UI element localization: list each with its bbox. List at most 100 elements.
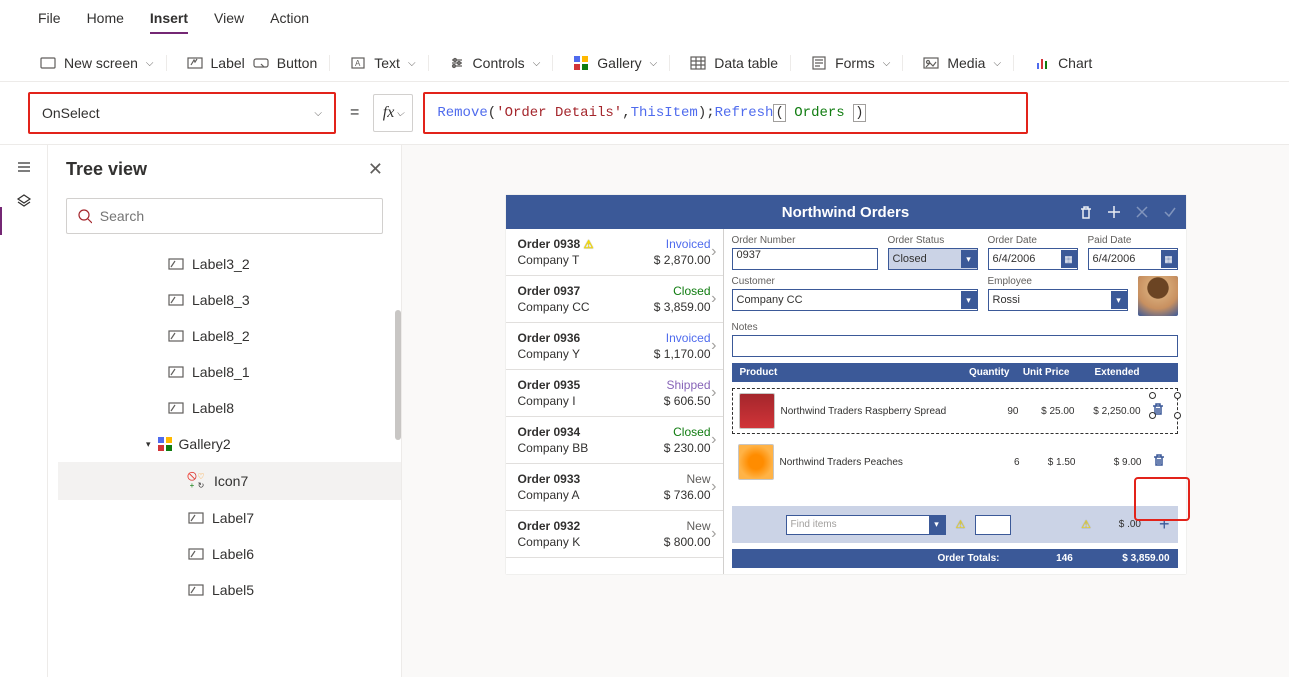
label-icon xyxy=(168,328,184,344)
app-titlebar: Northwind Orders xyxy=(506,195,1186,229)
tree-search-box[interactable] xyxy=(66,198,383,234)
customer-select[interactable]: Company CC▾ xyxy=(732,289,978,311)
tree-item-label[interactable]: Label8 xyxy=(58,390,401,426)
tree-item-label[interactable]: Label3_2 xyxy=(58,246,401,282)
order-row[interactable]: Order 0934Closed Company BB$ 230.00 › xyxy=(506,417,723,464)
active-marker xyxy=(0,207,2,235)
quantity-input[interactable] xyxy=(975,515,1011,535)
app-preview: Northwind Orders Order 0938 ⚠Invoiced Co… xyxy=(506,195,1186,574)
button-button[interactable]: Button xyxy=(253,55,317,71)
order-row[interactable]: Order 0933New Company A$ 736.00 › xyxy=(506,464,723,511)
formula-token: Remove xyxy=(437,105,487,121)
property-value: OnSelect xyxy=(42,105,100,121)
controls-button[interactable]: Controls ⌵ xyxy=(449,55,541,71)
label-button[interactable]: Label xyxy=(187,55,245,71)
chart-button[interactable]: Chart xyxy=(1034,55,1092,71)
warning-icon: ⚠ xyxy=(584,239,594,251)
paid-date-field[interactable]: 6/4/2006▦ xyxy=(1088,248,1178,270)
order-row[interactable]: Order 0932New Company K$ 800.00 › xyxy=(506,511,723,558)
main-area: Tree view ✕ Label3_2 Label8_3 Label8_2 L… xyxy=(0,145,1289,677)
equals-sign: = xyxy=(346,104,363,122)
chevron-down-icon: ⌵ xyxy=(314,108,322,119)
chevron-right-icon: › xyxy=(711,243,716,261)
plus-icon[interactable]: + xyxy=(1159,514,1170,535)
layers-icon[interactable] xyxy=(16,193,32,209)
expand-icon[interactable]: ▾ xyxy=(146,439,151,450)
data-table-btn-text: Data table xyxy=(714,55,778,71)
check-icon[interactable] xyxy=(1162,204,1178,220)
menu-bar: File Home Insert View Action xyxy=(0,0,1289,45)
forms-button[interactable]: Forms ⌵ xyxy=(811,55,890,71)
order-number-field[interactable]: 0937 xyxy=(732,248,878,270)
warning-icon: ⚠ xyxy=(956,518,966,531)
chevron-down-icon: ⌵ xyxy=(146,58,154,69)
chevron-down-icon: ▾ xyxy=(929,516,945,534)
formula-input[interactable]: Remove( 'Order Details', ThisItem ); Ref… xyxy=(423,92,1028,134)
tree-item-label[interactable]: Label7 xyxy=(58,500,401,536)
plus-icon[interactable] xyxy=(1106,204,1122,220)
detail-row[interactable]: Northwind Traders Peaches 6 $ 1.50 $ 9.0… xyxy=(732,440,1178,484)
label-icon xyxy=(168,292,184,308)
new-screen-button[interactable]: New screen ⌵ xyxy=(40,55,154,71)
menu-view[interactable]: View xyxy=(214,10,244,34)
detail-row[interactable]: Northwind Traders Raspberry Spread 90 $ … xyxy=(732,388,1178,434)
order-row[interactable]: Order 0937Closed Company CC$ 3,859.00 › xyxy=(506,276,723,323)
tree-item-label[interactable]: Label5 xyxy=(58,572,401,608)
menu-file[interactable]: File xyxy=(38,10,61,34)
menu-action[interactable]: Action xyxy=(270,10,309,34)
svg-text:A: A xyxy=(355,59,361,68)
chevron-right-icon: › xyxy=(711,525,716,543)
order-totals: Order Totals: 146 $ 3,859.00 xyxy=(732,549,1178,568)
text-button[interactable]: A Text ⌵ xyxy=(350,55,415,71)
details-header: Product Quantity Unit Price Extended xyxy=(732,363,1178,382)
order-row[interactable]: Order 0938 ⚠Invoiced Company T$ 2,870.00… xyxy=(506,229,723,276)
chevron-down-icon: ⌵ xyxy=(650,58,658,69)
tree-search-input[interactable] xyxy=(100,208,372,224)
order-date-field[interactable]: 6/4/2006▦ xyxy=(988,248,1078,270)
order-row[interactable]: Order 0935Shipped Company I$ 606.50 › xyxy=(506,370,723,417)
canvas: Northwind Orders Order 0938 ⚠Invoiced Co… xyxy=(402,145,1289,677)
property-selector[interactable]: OnSelect ⌵ xyxy=(28,92,336,134)
media-button[interactable]: Media ⌵ xyxy=(923,55,1001,71)
label-btn-text: Label xyxy=(211,55,245,71)
find-items-select[interactable]: Find items ▾ xyxy=(786,515,946,535)
tree-item-icon7[interactable]: 🚫♡+↻ Icon7 xyxy=(58,462,401,500)
label-icon xyxy=(188,546,204,562)
screen-icon xyxy=(40,55,56,71)
new-screen-label: New screen xyxy=(64,55,138,71)
tree-item-gallery[interactable]: ▾ Gallery2 xyxy=(58,426,401,462)
forms-icon xyxy=(811,55,827,71)
close-icon[interactable]: ✕ xyxy=(368,159,383,180)
tree-item-label[interactable]: Label8_1 xyxy=(58,354,401,390)
add-line-row: Find items ▾ ⚠ ⚠ $ .00 + xyxy=(732,506,1178,543)
notes-field[interactable] xyxy=(732,335,1178,357)
tree-list: Label3_2 Label8_3 Label8_2 Label8_1 Labe… xyxy=(48,246,401,608)
data-table-button[interactable]: Data table xyxy=(690,55,778,71)
employee-select[interactable]: Rossi▾ xyxy=(988,289,1128,311)
order-status-select[interactable]: Closed▾ xyxy=(888,248,978,270)
gallery-icon xyxy=(573,55,589,71)
tree-item-label[interactable]: Label6 xyxy=(58,536,401,572)
warning-icon: ⚠ xyxy=(1081,518,1091,531)
chevron-right-icon: › xyxy=(711,431,716,449)
fx-button[interactable]: fx ⌵ xyxy=(373,94,413,132)
chevron-down-icon: ▾ xyxy=(961,250,977,268)
product-image xyxy=(739,393,775,429)
tree-item-label[interactable]: Label8_2 xyxy=(58,318,401,354)
tree-item-label[interactable]: Label8_3 xyxy=(58,282,401,318)
trash-icon[interactable] xyxy=(1078,204,1094,220)
label-icon xyxy=(188,582,204,598)
label-icon xyxy=(187,55,203,71)
menu-insert[interactable]: Insert xyxy=(150,10,188,34)
scrollbar-thumb[interactable] xyxy=(395,310,401,440)
cancel-icon[interactable] xyxy=(1134,204,1150,220)
gallery-button[interactable]: Gallery ⌵ xyxy=(573,55,657,71)
table-icon xyxy=(690,55,706,71)
label-icon xyxy=(168,400,184,416)
hamburger-icon[interactable] xyxy=(16,159,32,175)
orders-list: Order 0938 ⚠Invoiced Company T$ 2,870.00… xyxy=(506,229,724,574)
trash-icon[interactable] xyxy=(1152,453,1168,469)
order-row[interactable]: Order 0936Invoiced Company Y$ 1,170.00 › xyxy=(506,323,723,370)
left-rail xyxy=(0,145,48,677)
menu-home[interactable]: Home xyxy=(87,10,124,34)
